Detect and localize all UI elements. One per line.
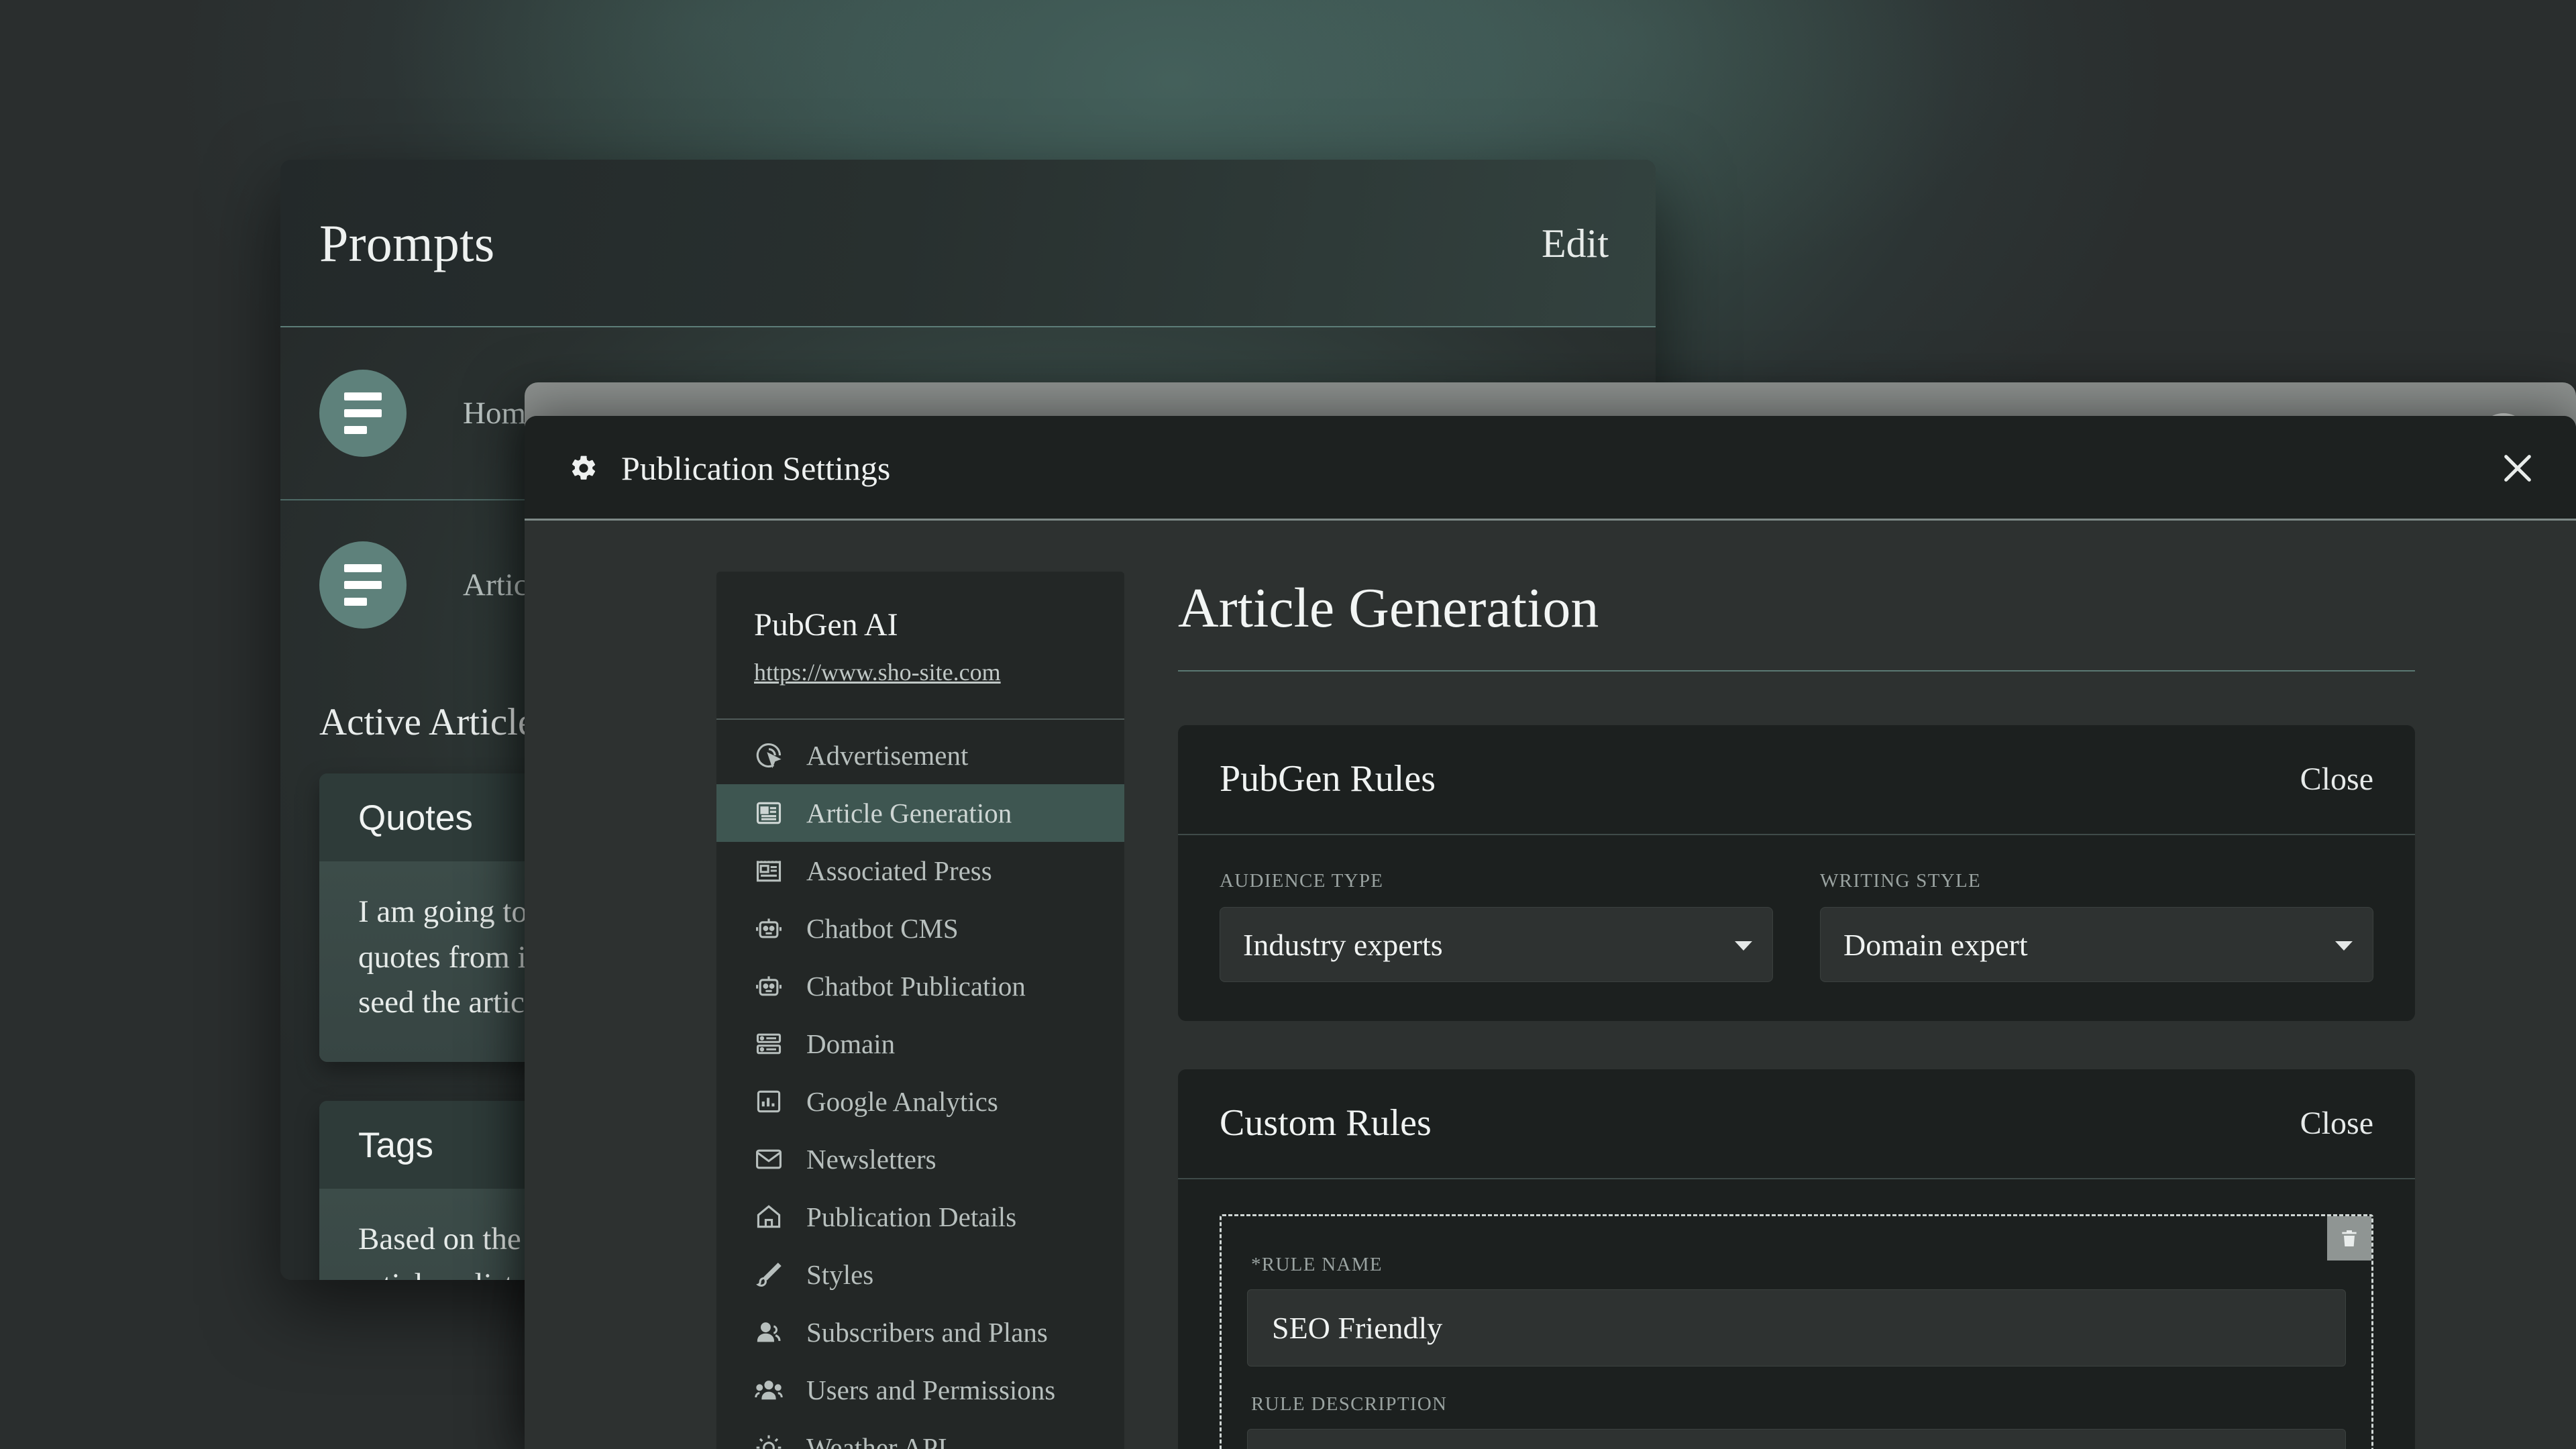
sidebar-item-article-generation[interactable]: Article Generation	[716, 784, 1124, 842]
settings-sidebar: PubGen AI https://www.sho-site.com Adver…	[716, 572, 1124, 1449]
custom-rules-header: Custom Rules Close	[1178, 1069, 2415, 1179]
writing-style-value: Domain expert	[1843, 927, 2028, 962]
people-icon	[754, 1318, 784, 1347]
trash-icon	[2342, 1230, 2357, 1246]
sidebar-item-label: Styles	[806, 1259, 874, 1290]
custom-rules-title: Custom Rules	[1220, 1102, 1432, 1144]
robot-icon	[754, 914, 784, 943]
article-icon	[754, 798, 784, 828]
sidebar-item-label: Publication Details	[806, 1201, 1017, 1232]
modal-body: PubGen AI https://www.sho-site.com Adver…	[525, 521, 2576, 1449]
settings-nav-list: Advertisement Article Generation Associa…	[716, 720, 1124, 1449]
writing-style-select[interactable]: Domain expert	[1820, 907, 2373, 982]
page-title: Article Generation	[1178, 577, 1599, 639]
audience-type-value: Industry experts	[1243, 927, 1443, 962]
publication-info: PubGen AI https://www.sho-site.com	[716, 572, 1124, 718]
sidebar-item-label: Subscribers and Plans	[806, 1317, 1048, 1348]
sidebar-item-label: Domain	[806, 1028, 896, 1059]
writing-style-label: WRITING STYLE	[1820, 870, 1981, 892]
prompts-window-header: Prompts Edit	[280, 160, 1656, 327]
sidebar-item-weather-api[interactable]: Weather API	[716, 1419, 1124, 1449]
custom-rules-close-button[interactable]: Close	[2300, 1105, 2373, 1142]
sidebar-item-newsletters[interactable]: Newsletters	[716, 1130, 1124, 1188]
sidebar-item-label: Users and Permissions	[806, 1375, 1056, 1405]
audience-type-select[interactable]: Industry experts	[1220, 907, 1773, 982]
modal-titlebar: Publication Settings	[525, 416, 2576, 521]
group-icon	[754, 1375, 784, 1405]
close-icon[interactable]	[2500, 450, 2536, 486]
custom-rules-body: *RULE NAME SEO Friendly RULE DESCRIPTION…	[1178, 1179, 2415, 1449]
gear-icon	[572, 455, 596, 480]
ad-click-icon	[754, 741, 784, 770]
home-icon	[754, 1202, 784, 1232]
sidebar-item-label: Article Generation	[806, 798, 1012, 828]
custom-rules-card: Custom Rules Close *RULE NAME SEO Friend…	[1178, 1069, 2415, 1449]
sidebar-item-chatbot-publication[interactable]: Chatbot Publication	[716, 957, 1124, 1015]
audience-type-field: AUDIENCE TYPE Industry experts	[1220, 870, 1773, 982]
brush-icon	[754, 1260, 784, 1289]
pubgen-rules-close-button[interactable]: Close	[2300, 761, 2373, 798]
sidebar-item-label: Chatbot Publication	[806, 971, 1026, 1002]
rule-name-label: *RULE NAME	[1251, 1254, 1383, 1275]
sidebar-item-google-analytics[interactable]: Google Analytics	[716, 1073, 1124, 1130]
audience-type-label: AUDIENCE TYPE	[1220, 870, 1384, 892]
rule-description-textarea[interactable]: Optimize the article to be as SEO friend…	[1247, 1429, 2346, 1449]
chevron-down-icon	[1735, 941, 1752, 951]
rule-name-input[interactable]: SEO Friendly	[1247, 1289, 2346, 1366]
chevron-down-icon	[2335, 941, 2353, 951]
sidebar-item-domain[interactable]: Domain	[716, 1015, 1124, 1073]
prompts-edit-button[interactable]: Edit	[1542, 221, 1609, 267]
sidebar-item-publication-details[interactable]: Publication Details	[716, 1188, 1124, 1246]
sidebar-item-label: Newsletters	[806, 1144, 936, 1175]
sidebar-item-associated-press[interactable]: Associated Press	[716, 842, 1124, 900]
mail-icon	[754, 1144, 784, 1174]
sidebar-item-chatbot-cms[interactable]: Chatbot CMS	[716, 900, 1124, 957]
pubgen-rules-header: PubGen Rules Close	[1178, 725, 2415, 835]
publication-url-link[interactable]: https://www.sho-site.com	[754, 658, 1001, 686]
list-icon	[319, 541, 407, 629]
server-icon	[754, 1029, 784, 1059]
newspaper-icon	[754, 856, 784, 885]
pubgen-rules-title: PubGen Rules	[1220, 758, 1436, 800]
pubgen-rules-card: PubGen Rules Close AUDIENCE TYPE Industr…	[1178, 725, 2415, 1021]
list-icon	[319, 370, 407, 457]
settings-main-content: Article Generation PubGen Rules Close AU…	[1124, 572, 2576, 1449]
delete-rule-button[interactable]	[2327, 1216, 2371, 1260]
robot-icon	[754, 971, 784, 1001]
sidebar-item-label: Google Analytics	[806, 1086, 998, 1117]
publication-settings-modal: Publication Settings PubGen AI https://w…	[525, 416, 2576, 1449]
publication-name: PubGen AI	[754, 607, 898, 643]
sidebar-item-label: Chatbot CMS	[806, 913, 959, 944]
modal-title: Publication Settings	[621, 449, 891, 487]
sidebar-item-label: Advertisement	[806, 740, 969, 771]
custom-rule-item: *RULE NAME SEO Friendly RULE DESCRIPTION…	[1220, 1214, 2373, 1449]
sidebar-item-styles[interactable]: Styles	[716, 1246, 1124, 1303]
prompts-title: Prompts	[319, 214, 495, 272]
rule-description-label: RULE DESCRIPTION	[1251, 1393, 1448, 1415]
sidebar-item-advertisement[interactable]: Advertisement	[716, 727, 1124, 784]
pubgen-rules-body: AUDIENCE TYPE Industry experts WRITING S…	[1178, 835, 2415, 1021]
bar-chart-icon	[754, 1087, 784, 1116]
sun-icon	[754, 1433, 784, 1449]
sidebar-item-users-and-permissions[interactable]: Users and Permissions	[716, 1361, 1124, 1419]
writing-style-field: WRITING STYLE Domain expert	[1820, 870, 2373, 982]
sidebar-item-label: Associated Press	[806, 855, 992, 886]
title-divider	[1178, 670, 2415, 672]
sidebar-item-subscribers-and-plans[interactable]: Subscribers and Plans	[716, 1303, 1124, 1361]
sidebar-item-label: Weather API	[806, 1432, 947, 1449]
